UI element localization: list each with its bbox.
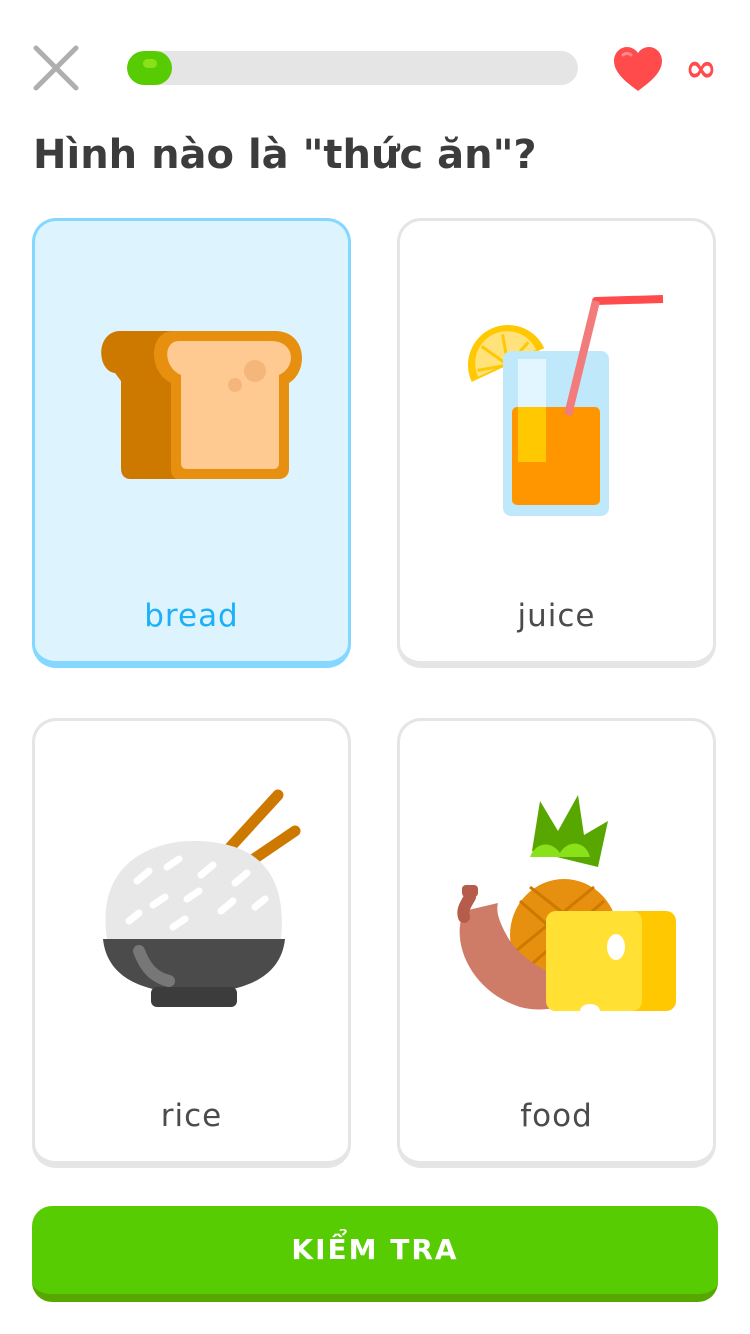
- option-card-juice[interactable]: juice: [397, 218, 716, 668]
- option-card-bread[interactable]: bread: [32, 218, 351, 668]
- rice-bowl-icon: [75, 771, 311, 1021]
- progress-fill: [127, 51, 173, 85]
- progress-shine: [143, 59, 157, 68]
- option-label: food: [520, 1098, 593, 1134]
- close-icon[interactable]: [30, 42, 82, 94]
- option-label: bread: [144, 598, 239, 634]
- option-label: rice: [160, 1098, 223, 1134]
- option-card-food[interactable]: food: [397, 718, 716, 1168]
- food-icon: [440, 771, 676, 1021]
- bread-icon: [75, 271, 311, 521]
- juice-icon: [440, 271, 676, 521]
- lesson-progress-bar: [127, 51, 578, 85]
- heart-icon[interactable]: [610, 45, 666, 93]
- lives-count: ∞: [685, 46, 717, 90]
- question-title: Hình nào là "thức ăn"?: [33, 132, 537, 178]
- option-card-rice[interactable]: rice: [32, 718, 351, 1168]
- check-button[interactable]: KIỂM TRA: [32, 1206, 718, 1302]
- option-label: juice: [517, 598, 596, 634]
- top-bar: ∞: [0, 0, 750, 140]
